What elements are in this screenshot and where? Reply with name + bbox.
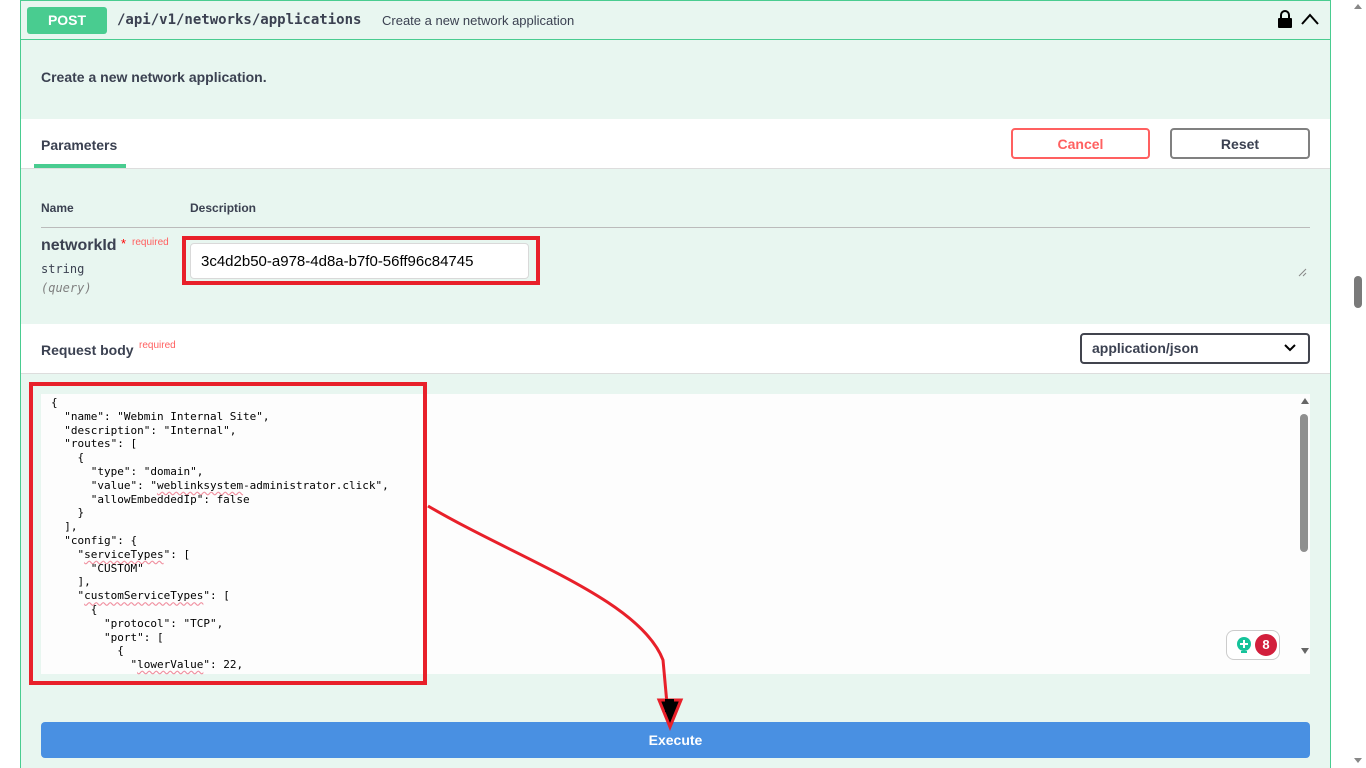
page-scroll-up-icon[interactable] [1354,4,1362,9]
operation-summary-text: Create a new network application [382,13,575,28]
lightbulb-icon [1237,637,1251,653]
column-divider [41,227,1310,228]
chevron-down-icon [1284,344,1296,352]
body-highlight-box [29,382,427,685]
column-header-description: Description [190,201,257,215]
grammar-badge[interactable]: 8 [1226,630,1280,660]
page-scroll-down-icon[interactable] [1354,758,1362,763]
operation-block: POST /api/v1/networks/applications Creat… [20,0,1331,768]
reset-button[interactable]: Reset [1170,128,1310,159]
param-required-star: * [121,236,127,251]
page-scrollbar[interactable] [1350,0,1366,768]
chevron-up-icon[interactable] [1300,10,1320,28]
param-name: networkId [41,237,117,254]
method-badge: POST [27,7,107,34]
operation-path: /api/v1/networks/applications [117,12,362,28]
operation-description: Create a new network application. [41,69,267,85]
resize-handle-icon[interactable] [1297,267,1307,277]
column-header-name: Name [41,201,74,215]
cancel-button[interactable]: Cancel [1011,128,1150,159]
content-type-select[interactable]: application/json [1080,333,1310,364]
content-type-value: application/json [1092,340,1199,356]
network-id-input[interactable] [190,243,529,279]
scroll-down-icon[interactable] [1301,648,1309,654]
param-location: (query) [41,281,92,295]
param-required-label: required [132,237,169,248]
tab-parameters[interactable]: Parameters [41,137,117,153]
tab-active-indicator [34,164,126,168]
param-type: string [41,262,85,276]
scroll-up-icon[interactable] [1301,398,1309,404]
execute-button[interactable]: Execute [41,722,1310,758]
grammar-count-badge: 8 [1255,634,1277,656]
lock-icon[interactable] [1277,10,1293,28]
request-body-title: Request body [41,342,134,358]
operation-summary[interactable]: POST /api/v1/networks/applications Creat… [21,0,1330,40]
request-body-required: required [139,340,176,351]
page-scroll-thumb[interactable] [1354,276,1362,308]
editor-scroll-thumb[interactable] [1300,414,1308,552]
editor-scrollbar[interactable] [1299,394,1310,674]
request-body-header: Request body required application/json [21,324,1330,374]
parameters-header: Parameters Cancel Reset [21,119,1330,169]
